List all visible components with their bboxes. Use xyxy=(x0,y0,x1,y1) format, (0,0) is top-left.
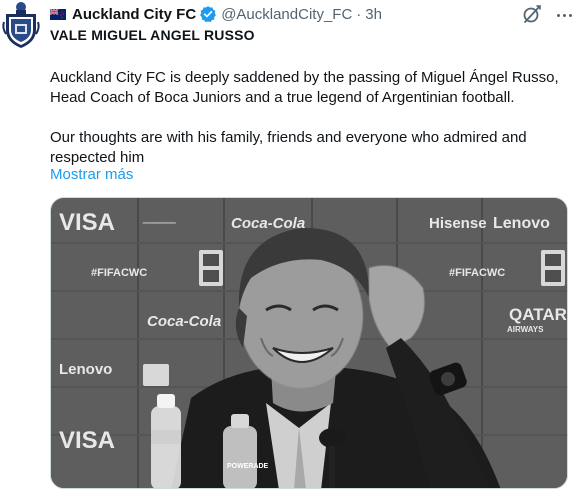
tweet-header: Auckland City FC @AucklandCity_FC · 3h xyxy=(50,4,382,24)
press-conference-photo: VISA ━━━━━━ Coca-Cola Hisense Lenovo #FI… xyxy=(51,198,567,488)
board-airways: AIRWAYS xyxy=(507,325,544,334)
board-hisense: Hisense xyxy=(429,215,487,232)
board-lenovo: Lenovo xyxy=(493,215,550,232)
display-name[interactable]: Auckland City FC xyxy=(72,6,196,23)
timestamp[interactable]: 3h xyxy=(365,6,382,23)
more-options-button[interactable] xyxy=(553,2,575,24)
tweet-body: Auckland City FC is deeply saddened by t… xyxy=(50,68,580,168)
board-fifacwc-2: #FIFACWC xyxy=(449,267,505,279)
grok-button[interactable] xyxy=(521,3,543,25)
meta-separator: · xyxy=(356,5,362,23)
verified-badge-icon xyxy=(200,6,217,23)
more-options-icon xyxy=(555,4,573,22)
board-cocacola-2: Coca-Cola xyxy=(147,313,221,330)
board-qatar: QATAR xyxy=(509,305,567,324)
show-more-link[interactable]: Mostrar más xyxy=(50,166,133,183)
tweet-photo[interactable]: VISA ━━━━━━ Coca-Cola Hisense Lenovo #FI… xyxy=(50,197,568,489)
tweet-headline: VALE MIGUEL ANGEL RUSSO xyxy=(50,27,255,43)
avatar[interactable] xyxy=(0,0,42,50)
tweet-paragraph: Our thoughts are with his family, friend… xyxy=(50,129,527,166)
grok-icon xyxy=(523,5,541,23)
bottle-label: POWERADE xyxy=(227,463,269,470)
new-zealand-flag-icon xyxy=(50,8,66,20)
club-crest-icon xyxy=(2,2,40,48)
svg-text:━━━━━━: ━━━━━━ xyxy=(142,218,176,228)
handle[interactable]: @AucklandCity_FC xyxy=(221,6,352,23)
board-fifacwc: #FIFACWC xyxy=(91,267,147,279)
board-lenovo-2: Lenovo xyxy=(59,361,112,378)
board-visa: VISA xyxy=(59,209,115,236)
tweet-paragraph: Auckland City FC is deeply saddened by t… xyxy=(50,69,559,106)
board-visa-2: VISA xyxy=(59,427,115,454)
